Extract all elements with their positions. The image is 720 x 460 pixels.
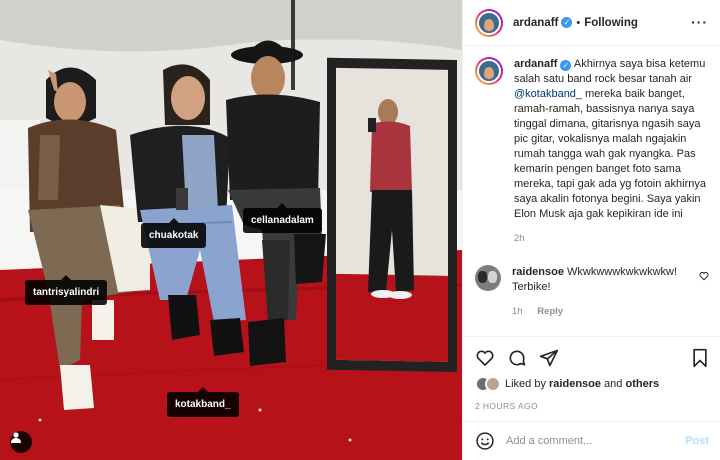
likes-middle: and <box>601 378 626 390</box>
commenter-username[interactable]: raidensoe <box>512 266 564 278</box>
commenter-avatar[interactable] <box>475 265 501 291</box>
more-options-icon[interactable]: ··· <box>691 14 708 30</box>
likes-others-link[interactable]: others <box>625 378 659 390</box>
post-header: ardanaff ✓ • Following ··· <box>463 0 720 46</box>
likes-summary: Liked by raidensoe and others <box>475 376 709 392</box>
like-button[interactable] <box>475 348 495 368</box>
verified-badge-icon: ✓ <box>561 17 573 28</box>
add-comment-bar: Add a comment... Post <box>463 421 720 460</box>
post-actions: Liked by raidensoe and others 2 HOURS AG… <box>463 336 720 411</box>
caption-text-end: mereka baik banget, ramah-ramah, bassisn… <box>514 88 707 220</box>
bookmark-icon <box>693 348 707 368</box>
photo-tag-cellanadalam[interactable]: cellanadalam <box>243 203 322 233</box>
reply-button[interactable]: Reply <box>537 306 563 317</box>
liker-username[interactable]: raidensoe <box>549 378 601 390</box>
header-separator: • <box>576 16 581 29</box>
paper-plane-icon <box>539 349 559 367</box>
photo-tag-kotakband[interactable]: kotakband_ <box>167 387 239 417</box>
author-username[interactable]: ardanaff <box>513 17 558 29</box>
post-photo[interactable]: tantrisyalindri chuakotak cellanadalam k… <box>0 0 462 460</box>
add-comment-input[interactable]: Add a comment... <box>506 435 685 447</box>
verified-badge-icon: ✓ <box>560 60 572 71</box>
caption-age[interactable]: 2h <box>514 233 525 244</box>
comment-age[interactable]: 1h <box>512 306 523 317</box>
liker-avatar[interactable] <box>485 376 501 392</box>
caption-avatar[interactable] <box>475 57 503 85</box>
comments-list[interactable]: ardanaff ✓ Akhirnya saya bisa ketemu sala… <box>463 47 720 337</box>
caption: ardanaff ✓ Akhirnya saya bisa ketemu sala… <box>475 57 709 246</box>
comment-button[interactable] <box>507 348 527 368</box>
author-avatar[interactable] <box>475 8 503 37</box>
person-icon <box>11 432 21 443</box>
likes-prefix: Liked by <box>505 378 550 390</box>
caption-mention-link[interactable]: @kotakband_ <box>514 88 582 100</box>
emoji-icon[interactable] <box>475 431 495 451</box>
post-side-panel: ardanaff ✓ • Following ··· ardanaff ✓ Akh… <box>462 0 720 460</box>
heart-icon <box>476 350 494 367</box>
caption-username[interactable]: ardanaff <box>514 58 557 70</box>
save-button[interactable] <box>691 348 709 368</box>
photo-tag-chuakotak[interactable]: chuakotak <box>141 218 207 248</box>
share-button[interactable] <box>539 348 559 368</box>
post-comment-button[interactable]: Post <box>685 435 709 447</box>
user-tags-button[interactable] <box>10 431 32 453</box>
following-button[interactable]: Following <box>584 17 638 29</box>
post-timestamp[interactable]: 2 HOURS AGO <box>475 401 709 411</box>
photo-scene <box>0 0 462 460</box>
comment-bubble-icon <box>509 350 526 366</box>
comment-like-icon[interactable] <box>699 271 709 281</box>
comment-item: raidensoe Wkwkwwwkwkwkwkw! Terbike! 1h R… <box>475 265 709 319</box>
photo-tag-tantrisyalindri[interactable]: tantrisyalindri <box>25 275 108 305</box>
